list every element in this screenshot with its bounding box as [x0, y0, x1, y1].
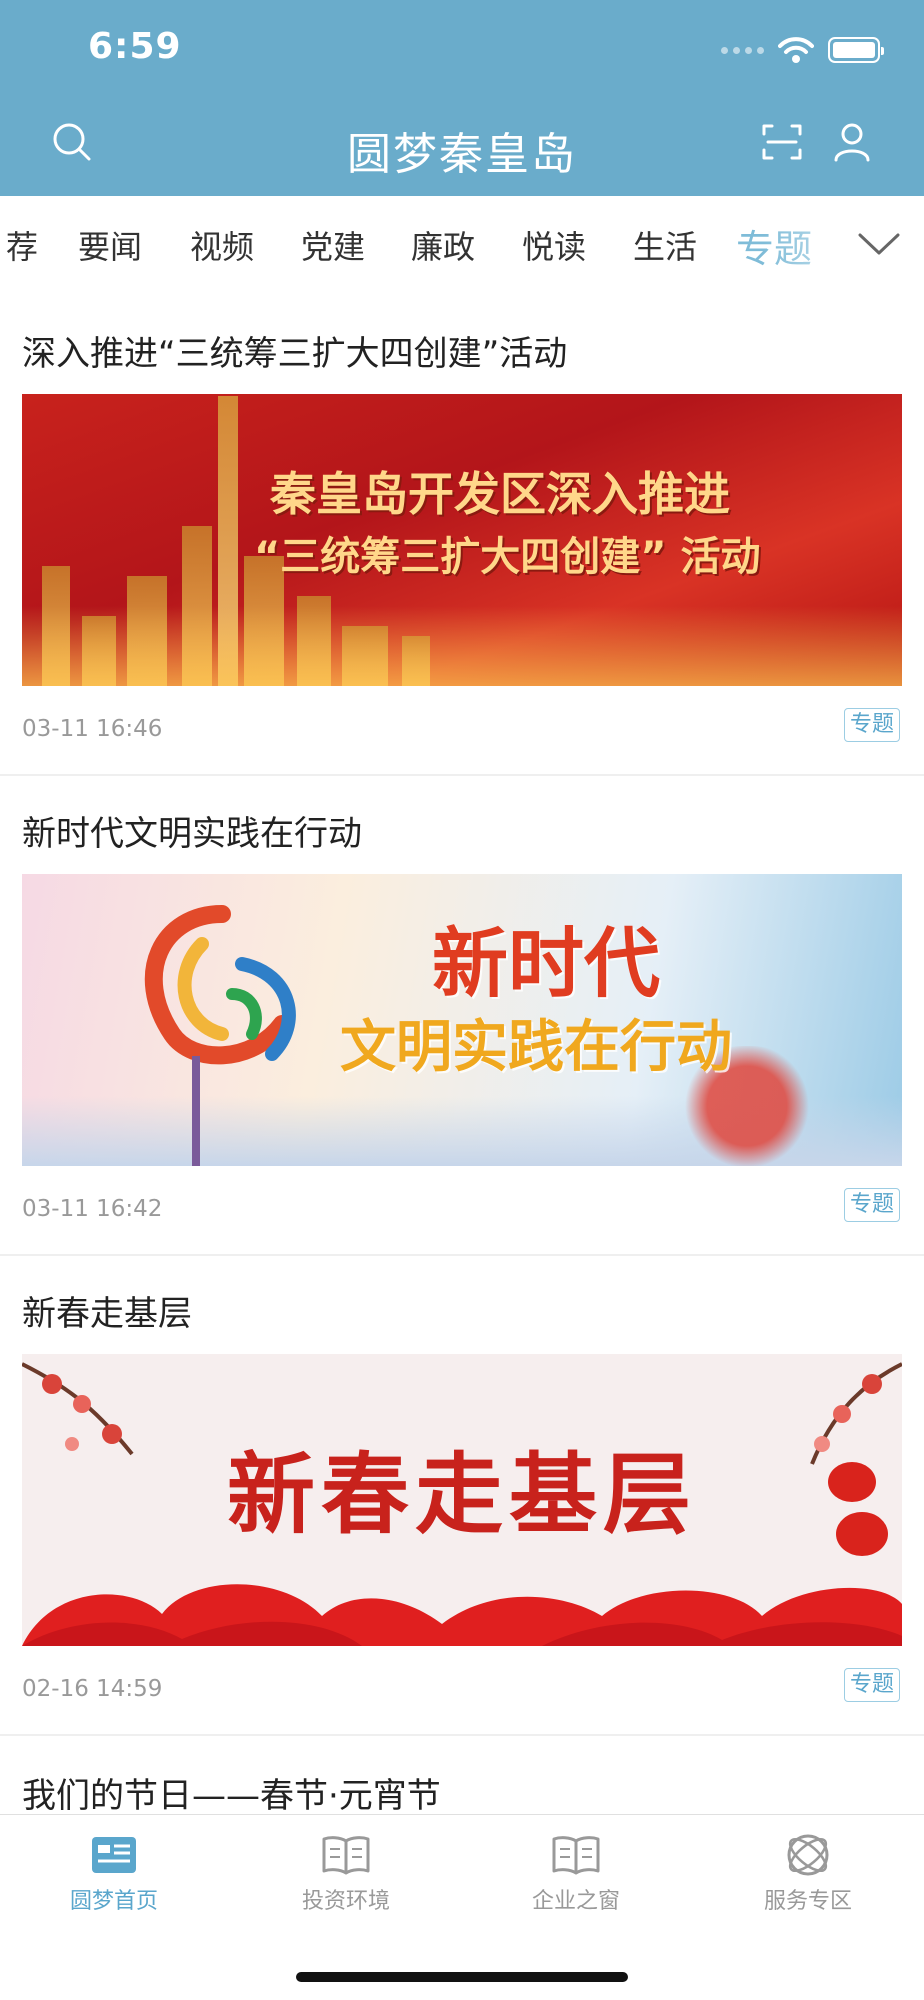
tab-video[interactable]: 视频 — [190, 222, 254, 268]
nav-label: 企业之窗 — [531, 1889, 620, 1914]
article-banner[interactable]: 秦皇岛开发区深入推进 “三统筹三扩大四创建” 活动 — [22, 394, 902, 686]
tab-party[interactable]: 党建 — [301, 222, 365, 268]
tab-recommend[interactable]: 荐 — [6, 222, 38, 268]
article-time: 02-16 14:59 — [22, 1676, 163, 1702]
article-time: 03-11 16:46 — [22, 716, 163, 742]
topic-badge: 专题 — [844, 1188, 900, 1222]
banner-subheadline: “三统筹三扩大四创建” 活动 — [254, 534, 761, 580]
article-title[interactable]: 新时代文明实践在行动 — [22, 806, 362, 855]
article-title[interactable]: 我们的节日——春节·元宵节 — [22, 1768, 441, 1817]
nav-label: 圆梦首页 — [69, 1889, 158, 1914]
book-icon — [322, 1836, 370, 1875]
news-icon — [92, 1837, 136, 1873]
banner-headline: 秦皇岛开发区深入推进 — [270, 467, 730, 521]
nav-enterprise[interactable]: 企业之窗 — [486, 1833, 666, 1915]
nav-label: 服务专区 — [763, 1889, 852, 1914]
nav-services[interactable]: 服务专区 — [718, 1833, 898, 1915]
article-banner[interactable]: 新春走基层 — [22, 1354, 902, 1646]
orbit-icon — [787, 1834, 829, 1876]
status-icons — [721, 36, 884, 64]
more-tabs-button[interactable] — [834, 196, 924, 292]
divider — [0, 1734, 924, 1736]
article-time: 03-11 16:42 — [22, 1196, 163, 1222]
scan-icon[interactable] — [760, 120, 804, 164]
app-header: 6:59 圆梦秦皇岛 — [0, 0, 924, 196]
divider — [0, 774, 924, 776]
tab-news[interactable]: 要闻 — [78, 222, 142, 268]
nav-home[interactable]: 圆梦首页 — [24, 1833, 204, 1915]
topic-badge: 专题 — [844, 708, 900, 742]
app-screen: 6:59 圆梦秦皇岛 荐 要闻 视频 党建 廉政 悦读 生活 深入推进“三统筹三… — [0, 0, 924, 2000]
book-icon — [552, 1836, 600, 1875]
category-tabs: 荐 要闻 视频 党建 廉政 悦读 生活 专题 — [0, 196, 924, 292]
nav-investment[interactable]: 投资环境 — [256, 1833, 436, 1915]
banner-headline: 新春走基层 — [226, 1442, 697, 1546]
article-title[interactable]: 新春走基层 — [22, 1286, 192, 1335]
home-indicator — [296, 1972, 628, 1982]
civilization-logo — [144, 905, 296, 1065]
tab-reading[interactable]: 悦读 — [522, 222, 586, 268]
wifi-icon — [778, 37, 814, 63]
nav-label: 投资环境 — [301, 1889, 390, 1914]
signal-icon — [721, 46, 764, 54]
tab-life[interactable]: 生活 — [633, 222, 697, 268]
article-banner[interactable]: 新时代 文明实践在行动 — [22, 874, 902, 1166]
status-time: 6:59 — [88, 26, 182, 67]
chevron-down-icon — [858, 233, 900, 255]
user-icon[interactable] — [830, 120, 874, 164]
banner-subheadline: 文明实践在行动 — [340, 1015, 732, 1080]
battery-icon — [828, 37, 884, 63]
topic-badge: 专题 — [844, 1668, 900, 1702]
article-title[interactable]: 深入推进“三统筹三扩大四创建”活动 — [22, 326, 567, 375]
banner-headline: 新时代 — [432, 919, 660, 1008]
tab-integrity[interactable]: 廉政 — [411, 222, 475, 268]
divider — [0, 1254, 924, 1256]
